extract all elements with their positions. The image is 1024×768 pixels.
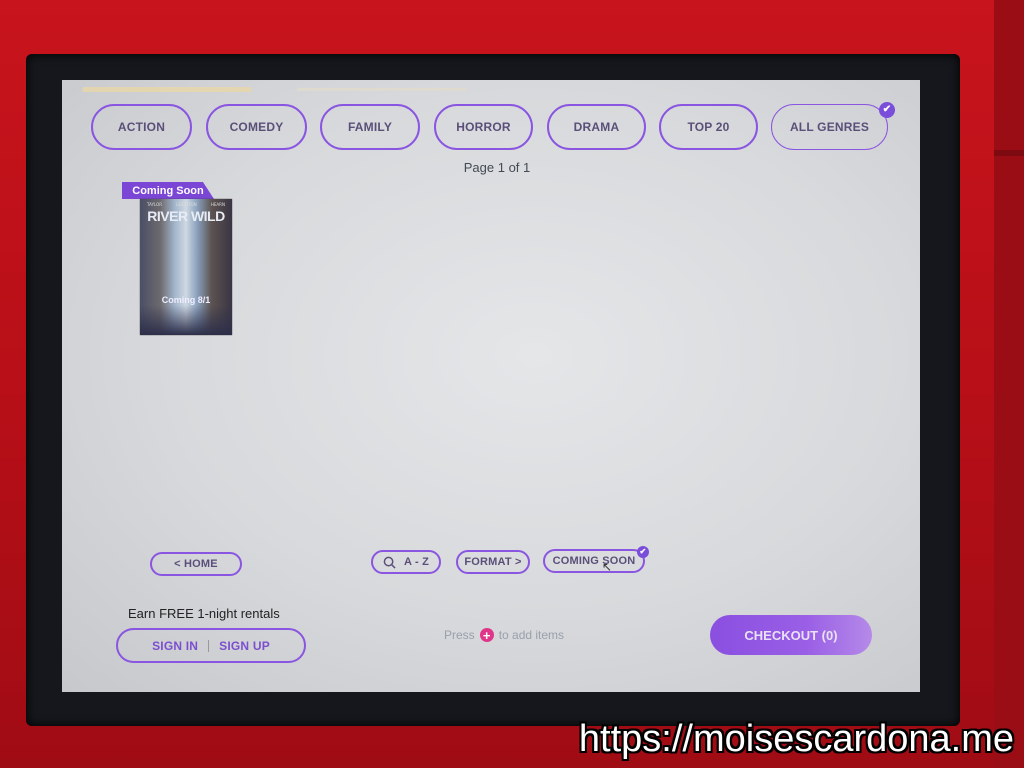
sign-in-sign-up-button[interactable]: SIGN IN SIGN UP	[116, 628, 306, 663]
divider	[208, 639, 210, 652]
genre-comedy-button[interactable]: COMEDY	[206, 104, 307, 150]
home-label: < HOME	[174, 558, 218, 570]
genre-label: FAMILY	[347, 120, 393, 134]
genre-label: ACTION	[117, 120, 166, 134]
coming-soon-badge: Coming Soon	[122, 182, 214, 199]
genre-family-button[interactable]: FAMILY	[320, 104, 420, 150]
sign-in-link[interactable]: SIGN IN	[152, 639, 198, 653]
a-z-label: A - Z	[403, 556, 430, 568]
add-items-hint: Press + to add items	[444, 628, 564, 642]
kiosk-screen: ACTION COMEDY FAMILY HORROR DRAMA TOP 20…	[62, 80, 920, 692]
top-highlight	[82, 87, 252, 92]
poster-credits: TAYLOR LEIGHTON HEARN	[140, 202, 232, 207]
watermark: https://moisescardona.me	[578, 718, 1014, 760]
genre-label: ALL GENRES	[789, 120, 870, 134]
movie-tile[interactable]: Coming Soon TAYLOR LEIGHTON HEARN RIVER …	[122, 182, 234, 336]
top-highlight	[297, 88, 467, 91]
poster-title: RIVER WILD	[147, 208, 225, 224]
coming-soon-button[interactable]: COMING SOON ✔	[543, 546, 649, 573]
kiosk-side-panel	[994, 0, 1024, 768]
movie-poster[interactable]: TAYLOR LEIGHTON HEARN RIVER WILD Coming …	[140, 199, 232, 335]
check-icon: ✔	[637, 546, 649, 558]
genre-all-genres-button[interactable]: ALL GENRES ✔	[771, 102, 895, 150]
cursor-icon: ↖	[602, 560, 613, 574]
search-icon	[383, 556, 396, 569]
genre-label: DRAMA	[573, 120, 620, 134]
hint-text: Press	[444, 628, 475, 642]
promo-text: Earn FREE 1-night rentals	[128, 606, 280, 621]
checkout-button[interactable]: CHECKOUT (0)	[710, 615, 872, 655]
home-button[interactable]: < HOME	[150, 552, 242, 576]
hint-text: to add items	[498, 628, 565, 642]
coming-soon-label: COMING SOON	[552, 555, 636, 567]
page-indicator: Page 1 of 1	[463, 160, 531, 175]
genre-label: HORROR	[456, 120, 511, 134]
genre-label: COMEDY	[229, 120, 284, 134]
poster-shade	[140, 305, 232, 335]
credit: HEARN	[210, 202, 225, 207]
genre-action-button[interactable]: ACTION	[91, 104, 192, 150]
a-z-button[interactable]: A - Z	[371, 550, 441, 574]
credit: LEIGHTON	[176, 202, 197, 207]
genre-drama-button[interactable]: DRAMA	[547, 104, 646, 150]
genre-label: TOP 20	[687, 120, 730, 134]
kiosk-side-seam	[994, 150, 1024, 156]
sign-up-link[interactable]: SIGN UP	[219, 639, 270, 653]
genre-top20-button[interactable]: TOP 20	[659, 104, 758, 150]
format-button[interactable]: FORMAT >	[456, 550, 530, 574]
format-label: FORMAT >	[464, 556, 522, 568]
check-icon: ✔	[879, 102, 895, 118]
plus-icon: +	[479, 628, 494, 642]
availability-date: Coming 8/1	[161, 295, 211, 305]
genre-horror-button[interactable]: HORROR	[434, 104, 533, 150]
credit: TAYLOR	[147, 202, 163, 207]
